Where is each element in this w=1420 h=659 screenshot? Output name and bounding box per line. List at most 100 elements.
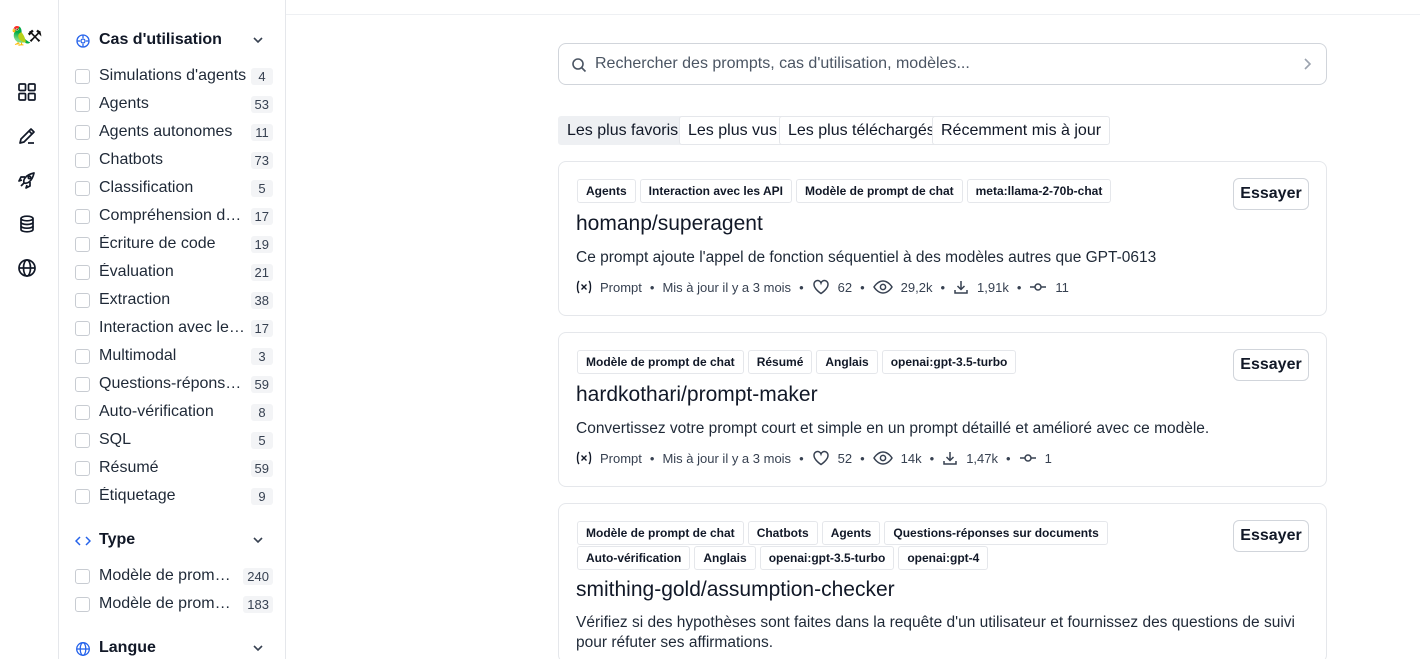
filter-item-code-writing[interactable]: Écriture de code 19 xyxy=(59,231,285,259)
checkbox[interactable] xyxy=(75,461,90,476)
use-cases-title: Cas d'utilisation xyxy=(99,31,222,48)
tag[interactable]: Modèle de prompt de chat xyxy=(577,350,744,374)
globe-icon[interactable] xyxy=(16,257,38,279)
filter-item-multimodal[interactable]: Multimodal 3 xyxy=(59,343,285,371)
prompt-card[interactable]: Agents Interaction avec les API Modèle d… xyxy=(558,161,1327,316)
downloads: 1,47k xyxy=(942,450,998,466)
checkbox[interactable] xyxy=(75,237,90,252)
grid-icon[interactable] xyxy=(16,81,38,103)
chevron-down-icon[interactable] xyxy=(251,641,265,655)
filter-item-tagging[interactable]: Étiquetage 9 xyxy=(59,483,285,511)
chevron-down-icon[interactable] xyxy=(251,33,265,47)
tag[interactable]: Résumé xyxy=(747,350,813,374)
prompt-card[interactable]: Modèle de prompt de chat Résumé Anglais … xyxy=(558,332,1327,487)
checkbox[interactable] xyxy=(75,209,90,224)
likes[interactable]: 62 xyxy=(812,279,852,295)
use-cases-section-header[interactable]: Cas d'utilisation xyxy=(59,25,285,55)
checkbox[interactable] xyxy=(75,349,90,364)
filter-item-code-understanding[interactable]: Compréhension de code17 xyxy=(59,203,285,231)
downloads-count: 1,91k xyxy=(977,279,1009,295)
filter-item-extraction[interactable]: Extraction 38 xyxy=(59,287,285,315)
filter-item-evaluation[interactable]: Évaluation 21 xyxy=(59,259,285,287)
card-title[interactable]: homanp/superagent xyxy=(576,212,763,236)
filter-item-doc-qa[interactable]: Questions-réponses sur documents59 xyxy=(59,371,285,399)
checkbox[interactable] xyxy=(75,321,90,336)
rocket-icon[interactable] xyxy=(16,169,38,191)
tag[interactable]: Interaction avec les API xyxy=(639,179,792,203)
checkbox[interactable] xyxy=(75,181,90,196)
logo-icon[interactable]: 🦜 ⚒ xyxy=(10,24,46,48)
filter-item-api-interaction[interactable]: Interaction avec les API17 xyxy=(59,315,285,343)
tag[interactable]: Modèle de prompt de chat xyxy=(795,179,963,203)
checkbox[interactable] xyxy=(75,265,90,280)
chevron-right-icon[interactable] xyxy=(1300,57,1314,71)
tag[interactable]: Modèle de prompt de chat xyxy=(577,521,744,545)
tag[interactable]: Anglais xyxy=(694,546,756,570)
card-title[interactable]: hardkothari/prompt-maker xyxy=(576,383,818,407)
tag[interactable]: openai:gpt-4 xyxy=(898,546,989,570)
checkbox[interactable] xyxy=(75,293,90,308)
tag[interactable]: Agents xyxy=(821,521,881,545)
checkbox[interactable] xyxy=(75,569,90,584)
checkbox[interactable] xyxy=(75,97,90,112)
prompt-kind: Prompt xyxy=(576,280,642,295)
card-title[interactable]: smithing-gold/assumption-checker xyxy=(576,578,895,602)
filter-item-sql[interactable]: SQL 5 xyxy=(59,427,285,455)
filter-count: 4 xyxy=(251,68,273,85)
globe-icon xyxy=(75,641,91,657)
filter-item-chain-prompt-template[interactable]: Modèle de prompt de chaîne 183 xyxy=(59,591,285,619)
try-button[interactable]: Essayer xyxy=(1233,520,1309,552)
tag-list: Modèle de prompt de chat Résumé Anglais … xyxy=(577,350,1196,374)
code-icon xyxy=(74,533,92,549)
tag[interactable]: Anglais xyxy=(816,350,878,374)
filter-item-agents[interactable]: Agents 53 xyxy=(59,91,285,119)
downloads: 1,91k xyxy=(953,279,1009,295)
tag[interactable]: Agents xyxy=(577,179,636,203)
card-meta: Prompt • Mis à jour il y a 3 mois • 62 •… xyxy=(576,277,1069,297)
chevron-down-icon[interactable] xyxy=(251,533,265,547)
filter-count: 17 xyxy=(250,208,273,225)
tag[interactable]: openai:gpt-3.5-turbo xyxy=(759,546,895,570)
separator: • xyxy=(860,279,865,295)
filter-item-self-checking[interactable]: Auto-vérification 8 xyxy=(59,399,285,427)
checkbox[interactable] xyxy=(75,405,90,420)
filter-item-agent-simulations[interactable]: Simulations d'agents 4 xyxy=(59,63,285,91)
checkbox[interactable] xyxy=(75,377,90,392)
filter-count: 183 xyxy=(243,596,273,613)
tab-most-viewed[interactable]: Les plus vus xyxy=(679,116,786,145)
type-section-header[interactable]: Type xyxy=(59,525,285,555)
filter-item-summarization[interactable]: Résumé 59 xyxy=(59,455,285,483)
checkbox[interactable] xyxy=(75,597,90,612)
checkbox[interactable] xyxy=(75,69,90,84)
filter-item-autonomous-agents[interactable]: Agents autonomes 11 xyxy=(59,119,285,147)
checkbox[interactable] xyxy=(75,125,90,140)
language-section-header[interactable]: Langue xyxy=(59,633,285,659)
filter-sidebar: Cas d'utilisation Simulations d'agents 4 … xyxy=(59,0,286,659)
checkbox[interactable] xyxy=(75,489,90,504)
try-button[interactable]: Essayer xyxy=(1233,349,1309,381)
tag[interactable]: meta:llama-2-70b-chat xyxy=(966,179,1112,203)
database-icon[interactable] xyxy=(16,213,38,235)
tab-most-downloaded[interactable]: Les plus téléchargés xyxy=(779,116,944,145)
search-input[interactable] xyxy=(595,52,1285,76)
tag[interactable]: Questions-réponses sur documents xyxy=(884,521,1108,545)
tag[interactable]: Chatbots xyxy=(747,521,818,545)
tab-recently-updated[interactable]: Récemment mis à jour xyxy=(932,116,1111,145)
prompt-card[interactable]: Modèle de prompt de chat Chatbots Agents… xyxy=(558,503,1327,659)
pencil-icon[interactable] xyxy=(16,125,38,147)
filter-item-chatbots[interactable]: Chatbots 73 xyxy=(59,147,285,175)
likes[interactable]: 52 xyxy=(812,450,852,466)
tag[interactable]: Auto-vérification xyxy=(577,546,691,570)
try-button[interactable]: Essayer xyxy=(1233,178,1309,210)
filter-count: 21 xyxy=(250,264,273,281)
checkbox[interactable] xyxy=(75,153,90,168)
filter-item-chat-prompt-template[interactable]: Modèle de prompt de chat 240 xyxy=(59,563,285,591)
search-bar[interactable] xyxy=(558,43,1327,85)
separator: • xyxy=(940,279,946,295)
checkbox[interactable] xyxy=(75,433,90,448)
tag[interactable]: openai:gpt-3.5-turbo xyxy=(881,350,1017,374)
svg-text:⚒: ⚒ xyxy=(27,27,42,47)
filter-item-classification[interactable]: Classification 5 xyxy=(59,175,285,203)
tab-most-favorited[interactable]: Les plus favoris xyxy=(558,116,688,145)
filter-label: Classification xyxy=(99,179,194,196)
